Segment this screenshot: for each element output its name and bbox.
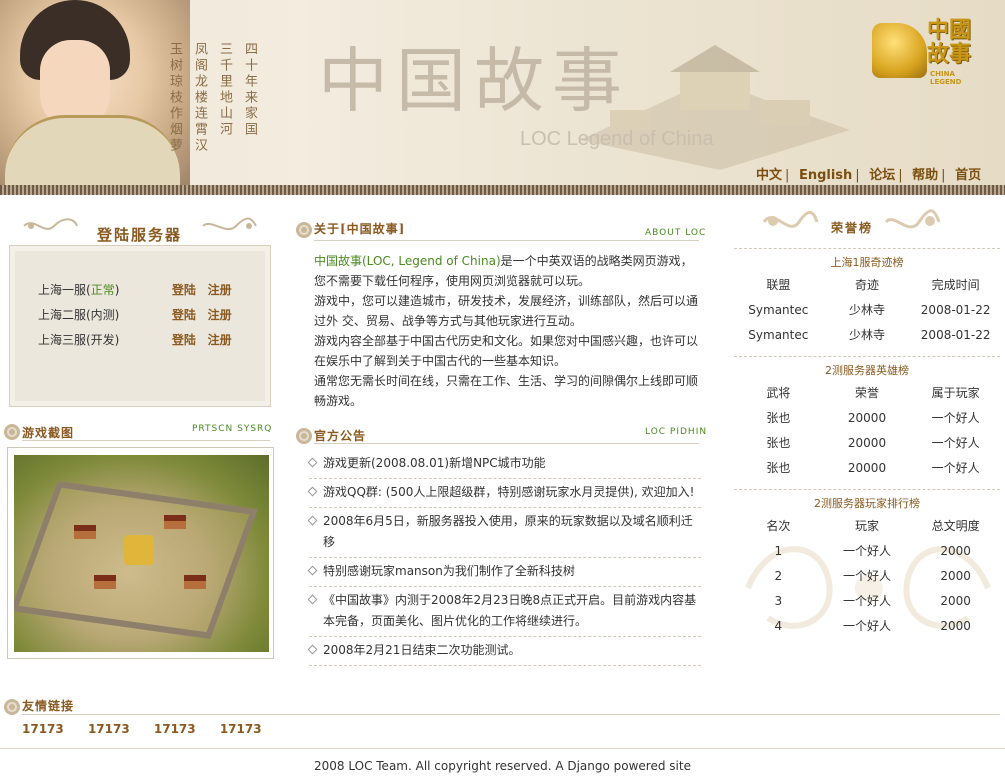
login-section-header: 登陆服务器 (9, 210, 271, 244)
logo-small-text: CHINA LEGEND (930, 70, 962, 86)
news-item[interactable]: 游戏更新(2008.08.01)新增NPC城市功能 (307, 450, 701, 479)
players-ranking: 2测服务器玩家排行榜 名次 玩家 总文明度 1 一个好人 2000 2 一个好人 2000 … (734, 489, 1000, 639)
diamond-bullet-icon (307, 565, 318, 576)
server-status: 正常 (90, 283, 115, 297)
server-login-link[interactable]: 登陆 (172, 333, 196, 347)
nav-forum-link[interactable]: 论坛 (869, 168, 895, 183)
ranking-header-row: 名次 玩家 总文明度 (766, 519, 980, 533)
news-item[interactable]: 2008年2月21日结束二次功能测试。 (307, 637, 701, 666)
site-logo[interactable]: 中國故事 CHINA LEGEND (872, 17, 982, 86)
server-register-link[interactable]: 注册 (208, 308, 232, 322)
site-header: 四十年来家国 三千里地山河 凤阁龙楼连霄汉 玉树琼枝作烟萝 中国故事 LOC L… (0, 0, 1005, 195)
screenshot-section-title: 游戏截图 (22, 426, 75, 440)
scroll-ornament-icon (202, 217, 257, 231)
ranking-row: 张也 20000 一个好人 (766, 411, 980, 425)
header-border (0, 185, 1005, 195)
wonders-ranking: 上海1服奇迹榜 联盟 奇迹 完成时间 Symantec 少林寺 2008-01-22 S… (734, 248, 1000, 348)
ranking-row: 4 一个好人 2000 (774, 619, 971, 633)
news-section-title: 官方公告 (314, 429, 367, 443)
friend-link[interactable]: 17173 (88, 722, 130, 736)
scroll-ornament-icon (884, 209, 941, 229)
server-row: 上海二服(内测) 登陆 注册 (38, 306, 240, 323)
diamond-bullet-icon (307, 644, 318, 655)
poem-line: 凤阁龙楼连霄汉 (192, 42, 207, 154)
diamond-bullet-icon (307, 457, 318, 468)
about-text: 中国故事(LOC, Legend of China)是一个中英双语的战略类网页游… (314, 254, 699, 408)
site-sub-title: LOC Legend of China (520, 128, 714, 150)
friend-link[interactable]: 17173 (154, 722, 196, 736)
ranking-row: 张也 20000 一个好人 (766, 461, 980, 475)
news-item[interactable]: 2008年6月5日，新服务器投入使用，原来的玩家数据以及域名顺利迁移 (307, 508, 701, 558)
login-title: 登陆服务器 (97, 226, 183, 244)
friend-links: 17173 17173 17173 17173 (22, 722, 282, 736)
ranking-row: 张也 20000 一个好人 (766, 436, 980, 450)
nav-home-link[interactable]: 首页 (955, 168, 981, 183)
server-name: 上海一服(正常) (38, 283, 120, 297)
logo-text: 中國故事 (927, 17, 972, 67)
ranking-row: Symantec 少林寺 2008-01-22 (748, 303, 991, 317)
friend-link[interactable]: 17173 (220, 722, 262, 736)
game-screenshot-frame[interactable] (7, 447, 274, 659)
ranking-row: 3 一个好人 2000 (774, 594, 971, 608)
lion-icon (872, 23, 927, 78)
site-big-title: 中国故事 (318, 40, 630, 122)
diamond-bullet-icon (307, 486, 318, 497)
ranking-header-row: 武将 荣誉 属于玩家 (766, 386, 980, 400)
ranking-row: Symantec 少林寺 2008-01-22 (748, 328, 991, 342)
server-login-link[interactable]: 登陆 (172, 283, 196, 297)
game-screenshot-image (14, 455, 269, 652)
news-list: 游戏更新(2008.08.01)新增NPC城市功能 游戏QQ群: (500人上限… (307, 450, 701, 666)
about-lead-link: 中国故事(LOC, Legend of China) (314, 254, 501, 268)
players-ranking-title: 2测服务器玩家排行榜 (734, 489, 1000, 514)
footer-text: 2008 LOC Team. All copyright reserved. A… (314, 759, 691, 773)
login-box (9, 245, 271, 407)
honor-title: 荣誉榜 (831, 221, 874, 235)
scroll-ornament-icon (23, 218, 78, 230)
server-register-link[interactable]: 注册 (208, 333, 232, 347)
nav-chinese-link[interactable]: 中文 (756, 168, 782, 183)
hero-portrait-image (0, 0, 190, 185)
poem-line: 四十年来家国 (242, 42, 257, 138)
heroes-ranking-title: 2测服务器英雄榜 (734, 356, 1000, 381)
news-item[interactable]: 游戏QQ群: (500人上限超级群，特别感谢玩家水月灵提供), 欢迎加入! (307, 479, 701, 508)
scroll-ornament-icon (762, 211, 819, 228)
poem-line: 玉树琼枝作烟萝 (167, 42, 182, 154)
server-name: 上海二服(内测) (38, 308, 120, 322)
nav-help-link[interactable]: 帮助 (912, 168, 938, 183)
about-section-title: 关于[中国故事] (314, 222, 406, 236)
ranking-row: 1 一个好人 2000 (774, 544, 971, 558)
ranking-row: 2 一个好人 2000 (774, 569, 971, 583)
nav-english-link[interactable]: English (799, 168, 852, 183)
news-section-sub: LOC PIDHIN (645, 427, 708, 437)
diamond-bullet-icon (307, 515, 318, 526)
poem-line: 三千里地山河 (217, 42, 232, 138)
wonders-ranking-title: 上海1服奇迹榜 (734, 248, 1000, 273)
honor-section-header: 荣誉榜 (734, 205, 1000, 245)
flower-icon (4, 424, 20, 440)
server-row: 上海三服(开发) 登陆 注册 (38, 331, 240, 348)
friend-link[interactable]: 17173 (22, 722, 64, 736)
about-section-sub: ABOUT LOC (645, 228, 707, 238)
friends-section-title: 友情链接 (22, 699, 75, 713)
server-register-link[interactable]: 注册 (208, 283, 232, 297)
heroes-ranking: 2测服务器英雄榜 武将 荣誉 属于玩家 张也 20000 一个好人 张也 20000 一个好… (734, 356, 1000, 481)
ranking-header-row: 联盟 奇迹 完成时间 (766, 278, 980, 292)
screenshot-section-sub: PRTSCN SYSRQ (192, 424, 273, 434)
top-nav: 中文 | English | 论坛 | 帮助 | 首页 (756, 168, 982, 183)
news-item[interactable]: 《中国故事》内测于2008年2月23日晚8点正式开启。目前游戏内容基本完备，页面… (307, 587, 701, 637)
flower-icon (4, 699, 20, 715)
diamond-bullet-icon (307, 594, 318, 605)
server-row: 上海一服(正常) 登陆 注册 (38, 281, 240, 298)
flower-icon (296, 428, 312, 444)
flower-icon (296, 222, 312, 238)
server-login-link[interactable]: 登陆 (172, 308, 196, 322)
news-item[interactable]: 特别感谢玩家manson为我们制作了全新科技树 (307, 558, 701, 587)
server-name: 上海三服(开发) (38, 333, 120, 347)
